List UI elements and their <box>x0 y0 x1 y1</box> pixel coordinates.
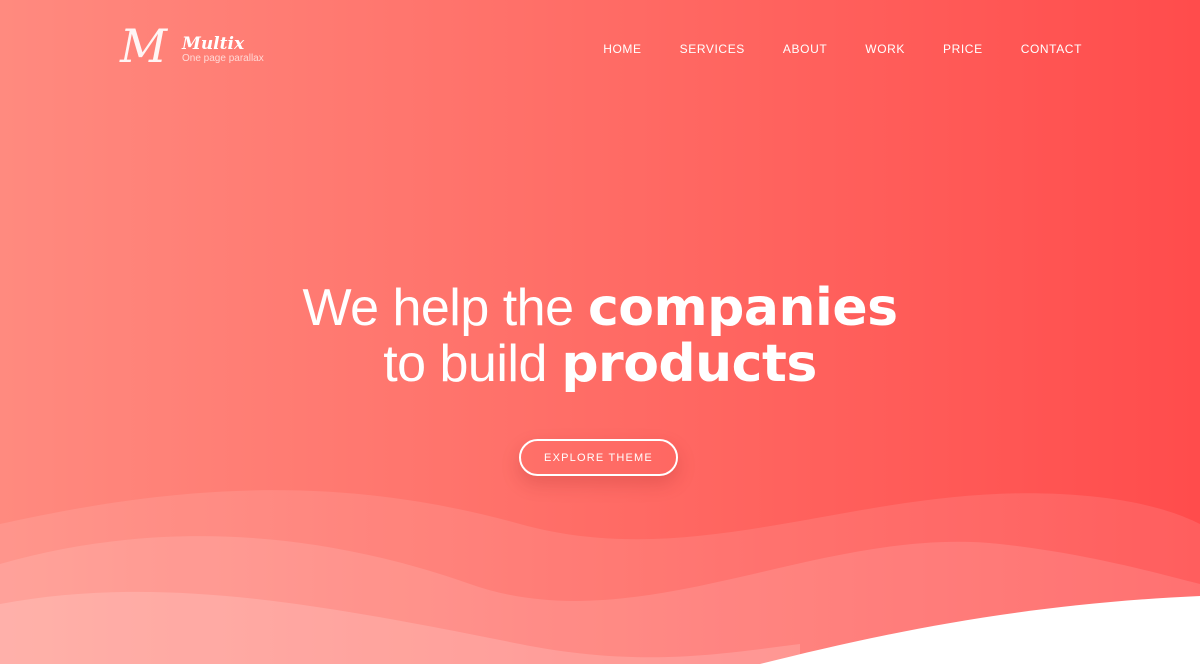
explore-theme-button[interactable]: EXPLORE THEME <box>519 439 678 476</box>
hero-heading: We help the companies to build products <box>0 280 1200 392</box>
brand-name: Multix <box>182 34 245 54</box>
site-header: M Multix One page parallax HOME SERVICES… <box>0 0 1200 100</box>
logo[interactable]: M Multix One page parallax <box>120 20 270 72</box>
nav-home[interactable]: HOME <box>603 42 641 56</box>
nav-about[interactable]: ABOUT <box>783 42 827 56</box>
main-nav: HOME SERVICES ABOUT WORK PRICE CONTACT <box>603 42 1082 56</box>
nav-price[interactable]: PRICE <box>943 42 983 56</box>
decorative-waves <box>0 490 1200 664</box>
hero-line-1: We help the companies <box>0 280 1200 336</box>
hero-line-2: to build products <box>0 336 1200 392</box>
hero-line-1-bold: companies <box>587 278 898 338</box>
nav-services[interactable]: SERVICES <box>680 42 745 56</box>
nav-contact[interactable]: CONTACT <box>1021 42 1082 56</box>
hero-line-1-light: We help the <box>302 279 574 337</box>
hero-line-2-bold: products <box>561 334 817 394</box>
logo-mark: M <box>120 19 168 73</box>
nav-work[interactable]: WORK <box>865 42 905 56</box>
brand-tagline: One page parallax <box>182 53 264 64</box>
hero-line-2-light: to build <box>383 335 547 393</box>
